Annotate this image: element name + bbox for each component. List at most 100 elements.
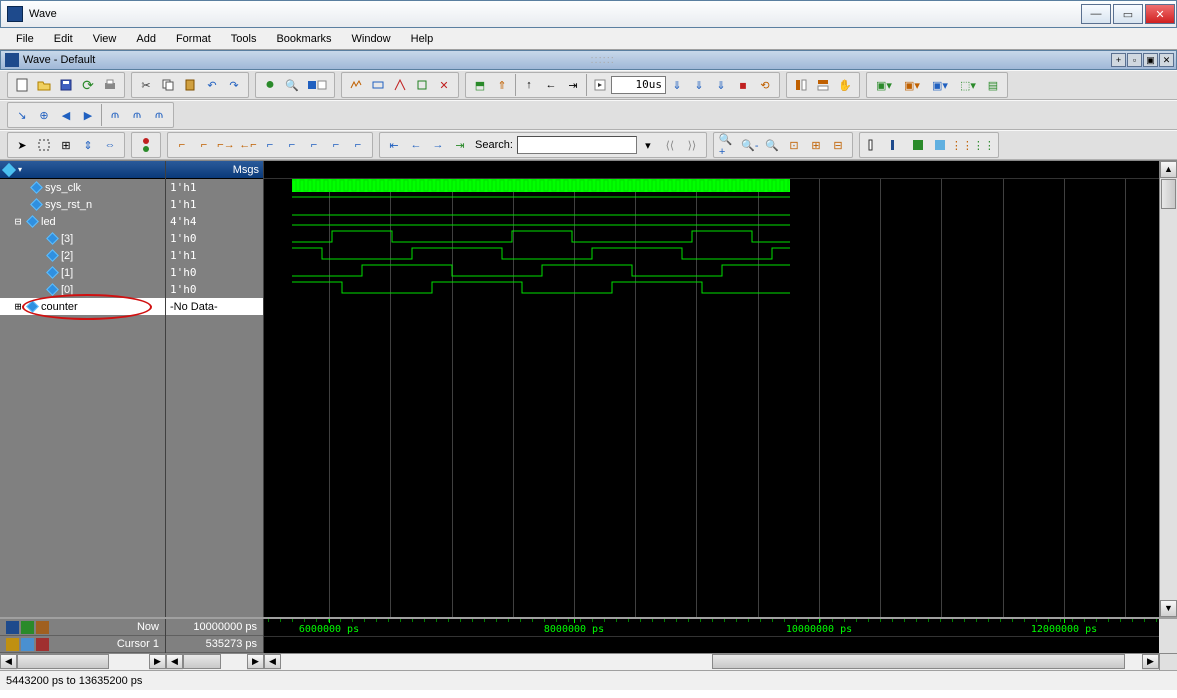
signal-row-counter[interactable]: ⊞counter: [0, 298, 165, 315]
signal-row-2[interactable]: [2]: [0, 247, 165, 264]
select-icon[interactable]: [34, 135, 54, 155]
wave-icon-3[interactable]: [390, 75, 410, 95]
sub-btn-1[interactable]: +: [1111, 53, 1126, 67]
msg-hscroll[interactable]: ◀▶: [166, 653, 264, 670]
toggle-icon[interactable]: [304, 75, 330, 95]
layout-icon-1[interactable]: [791, 75, 811, 95]
arrow-right-icon[interactable]: ▶: [1142, 654, 1159, 669]
misc-icon-1[interactable]: ▣▾: [871, 75, 897, 95]
vertical-scrollbar[interactable]: ▲ ▼: [1159, 161, 1177, 617]
menu-window[interactable]: Window: [342, 30, 401, 48]
scroll-up-icon[interactable]: ▲: [1160, 161, 1177, 178]
format-icon-1[interactable]: [864, 135, 884, 155]
trans-icon-1[interactable]: ⇤: [384, 135, 404, 155]
arrow-left-icon[interactable]: ◀: [0, 654, 17, 669]
signal-row-sys_clk[interactable]: sys_clk: [0, 179, 165, 196]
signal-row-led[interactable]: ⊟led: [0, 213, 165, 230]
misc-icon-2[interactable]: ▣▾: [899, 75, 925, 95]
format-icon-3[interactable]: [908, 135, 928, 155]
scroll-thumb[interactable]: [1161, 179, 1176, 209]
wave-icon-2[interactable]: [368, 75, 388, 95]
expand-icon[interactable]: ⇕: [78, 135, 98, 155]
trans-icon-2[interactable]: ←: [406, 135, 426, 155]
cursor-row[interactable]: Cursor 1: [0, 636, 165, 653]
up-icon[interactable]: ↑: [519, 75, 539, 95]
group-icon-2[interactable]: ⫙: [127, 105, 147, 125]
trans-icon-4[interactable]: ⇥: [450, 135, 470, 155]
print-icon[interactable]: [100, 75, 120, 95]
layout-icon-2[interactable]: [813, 75, 833, 95]
search-next-icon[interactable]: ⟩⟩: [682, 135, 702, 155]
signals-list[interactable]: sys_clksys_rst_n⊟led[3][2][1][0]⊞counter: [0, 179, 165, 617]
edge-icon-9[interactable]: ⌐: [348, 135, 368, 155]
edge-icon-6[interactable]: ⌐: [282, 135, 302, 155]
edge-icon-4[interactable]: ←⌐: [238, 135, 258, 155]
step-icon[interactable]: ⇥: [563, 75, 583, 95]
sub-btn-4[interactable]: ✕: [1159, 53, 1174, 67]
nav-icon-1[interactable]: ⬒: [470, 75, 490, 95]
signal-row-sys_rst_n[interactable]: sys_rst_n: [0, 196, 165, 213]
next-cursor-icon[interactable]: ▶: [78, 105, 98, 125]
edge-icon-3[interactable]: ⌐→: [216, 135, 236, 155]
menu-edit[interactable]: Edit: [44, 30, 83, 48]
menu-help[interactable]: Help: [401, 30, 444, 48]
menu-add[interactable]: Add: [126, 30, 166, 48]
record-icon[interactable]: ●: [260, 75, 280, 95]
cursor-tool-icon[interactable]: ↘: [12, 105, 32, 125]
left-icon[interactable]: ←: [541, 75, 561, 95]
close-button[interactable]: ✕: [1145, 4, 1175, 24]
break-icon[interactable]: ⏹: [733, 75, 753, 95]
group-icon-3[interactable]: ⫙: [149, 105, 169, 125]
paste-icon[interactable]: [180, 75, 200, 95]
misc-icon-4[interactable]: ⬚▾: [955, 75, 981, 95]
group-icon-1[interactable]: ⫙: [105, 105, 125, 125]
run-icon[interactable]: [590, 75, 610, 95]
arrow-right-icon[interactable]: ▶: [149, 654, 166, 669]
pointer-icon[interactable]: ➤: [12, 135, 32, 155]
run-step-icon[interactable]: ⇓: [689, 75, 709, 95]
zoom-out-icon[interactable]: 🔍-: [740, 135, 760, 155]
arrow-left-icon[interactable]: ◀: [264, 654, 281, 669]
format-icon-2[interactable]: [886, 135, 906, 155]
trans-icon-3[interactable]: →: [428, 135, 448, 155]
wave-hscroll[interactable]: ◀▶: [264, 653, 1159, 670]
hand-icon[interactable]: ✋: [835, 75, 855, 95]
undo-icon[interactable]: ↶: [202, 75, 222, 95]
traffic-icon[interactable]: [136, 135, 156, 155]
minimize-button[interactable]: —: [1081, 4, 1111, 24]
signal-row-0[interactable]: [0]: [0, 281, 165, 298]
edge-icon-2[interactable]: ⌐: [194, 135, 214, 155]
cut-icon[interactable]: ✂: [136, 75, 156, 95]
menu-view[interactable]: View: [83, 30, 127, 48]
misc-icon-5[interactable]: ▤: [983, 75, 1003, 95]
nav-icon-2[interactable]: ⇑: [492, 75, 512, 95]
signal-row-3[interactable]: [3]: [0, 230, 165, 247]
run-cont-icon[interactable]: ⇓: [711, 75, 731, 95]
misc-icon-3[interactable]: ▣▾: [927, 75, 953, 95]
menu-format[interactable]: Format: [166, 30, 221, 48]
sub-btn-2[interactable]: ▫: [1127, 53, 1142, 67]
time-input[interactable]: 10us: [611, 76, 666, 94]
scroll-down-icon[interactable]: ▼: [1160, 600, 1177, 617]
arrow-right-icon[interactable]: ▶: [247, 654, 264, 669]
arrow-left-icon[interactable]: ◀: [166, 654, 183, 669]
copy-icon[interactable]: [158, 75, 178, 95]
timeline[interactable]: 6000000 ps8000000 ps10000000 ps12000000 …: [264, 619, 1159, 653]
zoom-full-icon[interactable]: 🔍: [762, 135, 782, 155]
find-icon[interactable]: 🔍: [282, 75, 302, 95]
zoom-range-icon[interactable]: ⊞: [806, 135, 826, 155]
format-icon-6[interactable]: ⋮⋮: [974, 135, 994, 155]
drag-handle[interactable]: ::::::: [95, 54, 1110, 66]
run-all-icon[interactable]: ⇓: [667, 75, 687, 95]
wave-canvas[interactable]: [264, 179, 1159, 617]
sig-hscroll[interactable]: ◀▶: [0, 653, 166, 670]
edge-icon-5[interactable]: ⌐: [260, 135, 280, 155]
signal-row-1[interactable]: [1]: [0, 264, 165, 281]
format-icon-5[interactable]: ⋮⋮: [952, 135, 972, 155]
edge-icon-8[interactable]: ⌐: [326, 135, 346, 155]
save-icon[interactable]: [56, 75, 76, 95]
format-icon-4[interactable]: [930, 135, 950, 155]
prev-cursor-icon[interactable]: ◀: [56, 105, 76, 125]
redo-icon[interactable]: ↷: [224, 75, 244, 95]
edge-icon-7[interactable]: ⌐: [304, 135, 324, 155]
